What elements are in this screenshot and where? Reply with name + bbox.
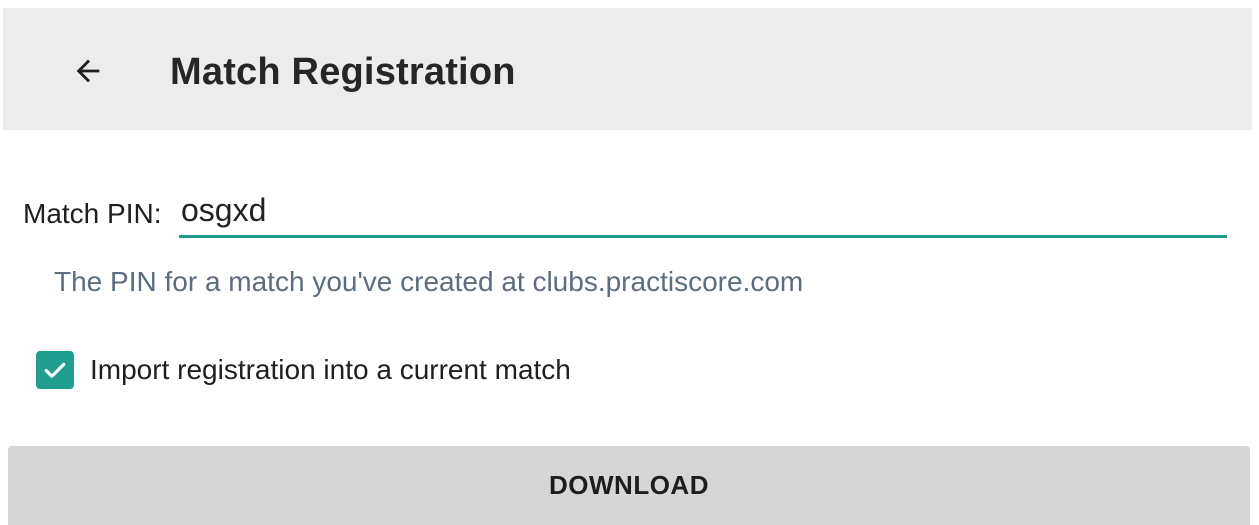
page-title: Match Registration — [170, 51, 516, 93]
checkmark-icon — [44, 362, 66, 378]
import-registration-checkbox[interactable] — [36, 351, 74, 389]
arrow-left-icon — [76, 59, 100, 83]
match-pin-helper-text: The PIN for a match you've created at cl… — [54, 266, 804, 297]
import-registration-checkbox-row[interactable]: Import registration into a current match — [36, 348, 571, 392]
match-pin-input[interactable] — [179, 186, 1227, 238]
back-button[interactable] — [61, 44, 115, 98]
match-pin-label: Match PIN: — [23, 198, 162, 229]
import-registration-label: Import registration into a current match — [90, 354, 571, 385]
download-button-label: DOWNLOAD — [549, 470, 709, 500]
download-button[interactable]: DOWNLOAD — [8, 446, 1250, 525]
app-bar: Match Registration — [3, 8, 1252, 130]
